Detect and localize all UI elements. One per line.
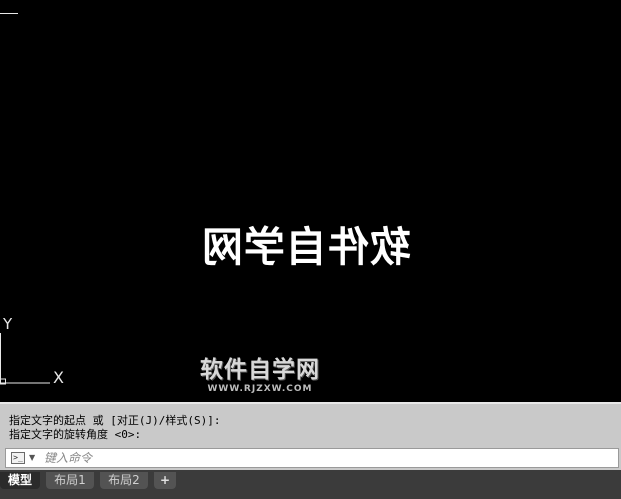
watermark-title: 软件自学网: [200, 357, 320, 383]
add-layout-button[interactable]: +: [154, 472, 176, 489]
command-input[interactable]: [44, 450, 604, 466]
command-line: >_ ▼: [0, 446, 621, 470]
command-history-line: 指定文字的起点 或 [对正(J)/样式(S)]:: [9, 414, 221, 427]
command-prompt-icon: >_: [11, 452, 25, 464]
command-history: 指定文字的起点 或 [对正(J)/样式(S)]: 指定文字的旋转角度 <0>:: [0, 402, 621, 446]
chevron-down-icon: ▼: [29, 453, 36, 462]
tab-layout1[interactable]: 布局1: [46, 472, 94, 489]
tab-layout2[interactable]: 布局2: [100, 472, 148, 489]
layout-tab-bar: 模型 布局1 布局2 +: [0, 470, 621, 499]
command-prompt-button[interactable]: >_ ▼: [8, 451, 38, 466]
watermark: 软件自学网 WWW.RJZXW.COM: [190, 357, 330, 397]
ucs-x-label: X: [53, 368, 64, 387]
command-input-container: >_ ▼: [5, 448, 619, 468]
command-history-line: 指定文字的旋转角度 <0>:: [9, 428, 142, 441]
ucs-icon: Y X: [0, 315, 80, 395]
mirrored-text-object[interactable]: 软件自学网: [198, 222, 414, 272]
watermark-url: WWW.RJZXW.COM: [207, 384, 313, 394]
tab-model[interactable]: 模型: [0, 472, 40, 489]
crosshair-cursor-segment: [0, 13, 18, 14]
ucs-y-label: Y: [2, 315, 13, 333]
drawing-canvas[interactable]: 软件自学网 Y X 软件自学网 WWW.RJZXW.COM: [0, 0, 621, 402]
